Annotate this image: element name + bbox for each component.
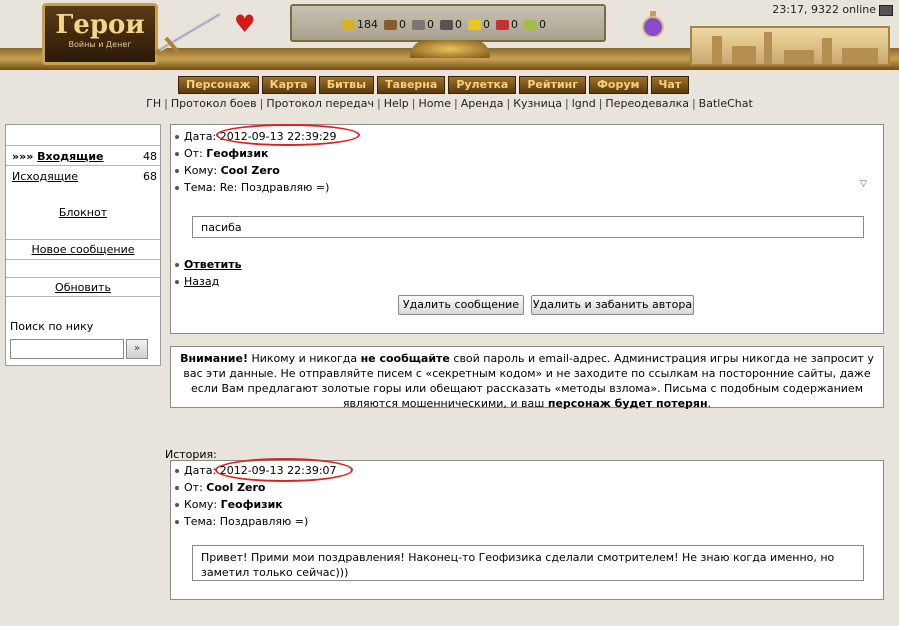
msg-from-row: От: Геофизик [175,147,269,160]
mercury-icon [440,20,453,30]
msg-subject-row: Тема: Re: Поздравляю =) [175,181,329,194]
wood-icon [384,20,397,30]
nick-search-input[interactable] [10,339,124,359]
link-gn[interactable]: ГН [146,97,161,110]
hist-from-user[interactable]: Cool Zero [206,481,265,494]
hist-from-row: От: Cool Zero [175,481,266,494]
back-link[interactable]: Назад [175,275,219,288]
resource-value: 0 [511,18,518,31]
outbox-label[interactable]: Исходящие [12,170,78,183]
resource-item: 0 [384,18,409,31]
menu-battles[interactable]: Битвы [318,76,375,94]
crystal-icon [496,20,509,30]
resource-item: 0 [524,18,549,31]
link-battle-log[interactable]: Протокол боев [171,97,257,110]
hist-to-row: Кому: Геофизик [175,498,283,511]
link-forge[interactable]: Кузница [513,97,562,110]
menu-rating[interactable]: Рейтинг [519,76,587,94]
link-transfer-log[interactable]: Протокол передач [266,97,374,110]
new-message-link[interactable]: Новое сообщение [6,243,160,256]
menu-forum[interactable]: Форум [589,76,648,94]
clock-text: 23:17, 9322 online [772,3,876,16]
resources-row: 184 0 0 0 0 0 0 [342,18,552,31]
chat-window-icon[interactable] [879,4,893,16]
menu-chat[interactable]: Чат [650,76,690,94]
game-header: Герои Войны и Денег ♥ 184 0 0 0 0 0 0 23:17, 9… [0,0,899,96]
date-highlight-oval [216,124,360,146]
history-date-highlight-oval [215,458,353,482]
resource-value: 0 [427,18,434,31]
resource-value: 0 [399,18,406,31]
notepad-link[interactable]: Блокнот [6,206,160,219]
delete-message-button[interactable]: Удалить сообщение [398,295,524,315]
outbox-count: 68 [143,170,157,183]
refresh-link[interactable]: Обновить [6,281,160,294]
resource-value: 0 [455,18,462,31]
hist-body: Привет! Прими мои поздравления! Наконец-… [192,545,864,581]
sidebar-item-inbox-label: »»» Входящие [12,150,104,163]
mail-sidebar: »»» Входящие 48 Исходящие 68 Блокнот Нов… [5,124,161,366]
resource-item: 0 [412,18,437,31]
menu-character[interactable]: Персонаж [178,76,259,94]
server-clock: 23:17, 9322 online [772,3,893,16]
link-rent[interactable]: Аренда [461,97,504,110]
resource-item: 184 [342,18,381,31]
top-links-bar: ГН | Протокол боев | Протокол передач | Help | H… [146,97,753,110]
hist-subject-row: Тема: Поздравляю =) [175,515,308,528]
msg-to-user[interactable]: Cool Zero [221,164,280,177]
link-home[interactable]: Home [418,97,450,110]
link-lgnd[interactable]: lgnd [572,97,596,110]
main-menu: Персонаж Карта Битвы Таверна Рулетка Рей… [178,76,690,94]
resource-item: 0 [496,18,521,31]
menu-tavern[interactable]: Таверна [377,76,446,94]
inbox-arrows: »»» [12,150,34,163]
link-help[interactable]: Help [384,97,409,110]
menu-map[interactable]: Карта [261,76,316,94]
sword-icon [154,12,222,55]
warning-title: Внимание! [180,352,248,365]
menu-roulette[interactable]: Рулетка [448,76,517,94]
sidebar-item-new-message[interactable]: Новое сообщение [6,239,160,259]
gold-icon [342,20,355,30]
msg-body: пасиба [192,216,864,238]
resource-value: 0 [483,18,490,31]
sidebar-item-inbox[interactable]: »»» Входящие 48 [6,145,160,165]
search-go-button[interactable]: » [126,339,148,359]
link-wardrobe[interactable]: Переодевалка [605,97,689,110]
resource-value: 184 [357,18,378,31]
message-panel: Дата: 2012-09-13 22:39:29 От: Геофизик К… [170,124,884,334]
ore-icon [412,20,425,30]
resource-item: 0 [468,18,493,31]
health-heart-icon[interactable]: ♥ [234,12,256,36]
collapse-triangle-icon[interactable]: ▽ [860,179,867,189]
sulfur-icon [468,20,481,30]
msg-to-row: Кому: Cool Zero [175,164,280,177]
msg-from-user[interactable]: Геофизик [206,147,268,160]
sidebar-spacer [6,259,160,277]
crest-ornament-icon [410,40,490,58]
resource-value: 0 [539,18,546,31]
link-batlechat[interactable]: BatleChat [699,97,753,110]
logo-title: Герои [55,10,145,40]
inbox-count: 48 [143,150,157,163]
hist-to-user[interactable]: Геофизик [221,498,283,511]
search-label: Поиск по нику [10,320,94,333]
reply-link[interactable]: Ответить [175,258,242,271]
delete-and-ban-button[interactable]: Удалить и забанить автора [531,295,694,315]
hist-subject: Поздравляю =) [219,515,309,528]
gems-icon [524,20,537,30]
game-logo[interactable]: Герои Войны и Денег [42,3,158,65]
castle-banner [690,26,890,66]
logo-subtitle: Войны и Денег [68,40,132,49]
mana-flask-icon[interactable] [641,11,665,37]
security-warning: Внимание! Никому и никогда не сообщайте … [170,346,884,410]
msg-subject: Re: Поздравляю =) [219,181,330,194]
sidebar-item-refresh[interactable]: Обновить [6,277,160,297]
sidebar-item-outbox[interactable]: Исходящие 68 Блокнот [6,165,160,239]
resources-panel: 184 0 0 0 0 0 0 [290,4,606,42]
resource-item: 0 [440,18,465,31]
